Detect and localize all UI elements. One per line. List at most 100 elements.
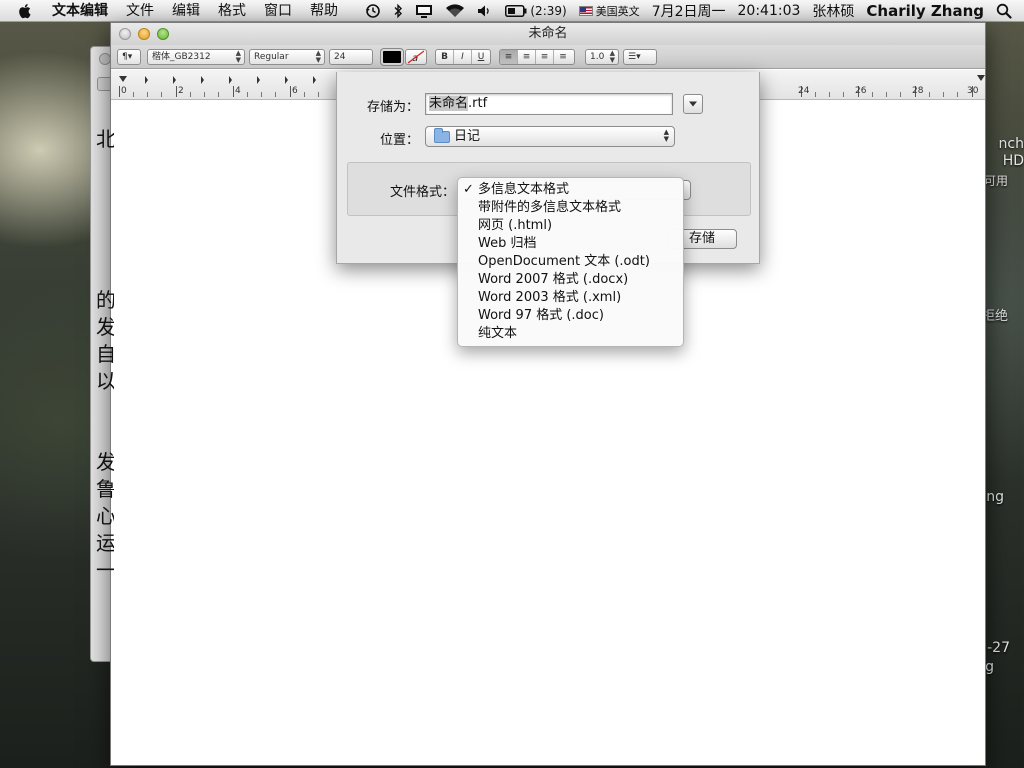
bold-button[interactable]: B: [436, 50, 454, 64]
line-spacing-popup[interactable]: 1.0 ▲ ▼: [585, 49, 619, 65]
document-text-middle[interactable]: 的 发 自 以: [96, 287, 114, 395]
menu-window[interactable]: 窗口: [255, 0, 301, 22]
ruler-label: 26: [855, 86, 867, 96]
ruler-label: 2: [178, 86, 184, 96]
format-option-xml[interactable]: Word 2003 格式 (.xml): [458, 289, 683, 307]
format-option-plain-text[interactable]: 纯文本: [458, 325, 683, 343]
status-area: (2:39) 美国英文 7月2日周一 20:41:03 张林硕 Charily …: [359, 0, 1024, 22]
underline-button[interactable]: U: [472, 50, 490, 64]
menu-format[interactable]: 格式: [209, 0, 255, 22]
filename-extension: .rtf: [468, 96, 488, 111]
ruler-tick: [233, 86, 234, 97]
ruler-tick: [318, 92, 319, 97]
tab-stop-icon[interactable]: [145, 76, 148, 84]
menu-app-name[interactable]: 文本编辑: [46, 0, 117, 22]
input-source-menu[interactable]: 美国英文: [573, 3, 646, 19]
format-option-label: 带附件的多信息文本格式: [478, 200, 622, 215]
battery-time: (2:39): [530, 3, 567, 18]
clock-time[interactable]: 20:41:03: [732, 3, 807, 19]
popup-arrows-icon: ▲ ▼: [235, 49, 241, 64]
location-popup[interactable]: 日记 ▲ ▼: [425, 126, 675, 147]
tab-stop-icon[interactable]: [173, 76, 176, 84]
format-option-odt[interactable]: OpenDocument 文本 (.odt): [458, 253, 683, 271]
document-text-top[interactable]: 北: [96, 126, 114, 153]
file-format-label: 文件格式：: [389, 185, 455, 200]
ruler-tick: [829, 92, 830, 97]
text-color-well[interactable]: [380, 48, 404, 66]
ruler-tick: [218, 92, 219, 97]
airplay-display-icon[interactable]: [409, 4, 439, 18]
apple-menu-icon[interactable]: [18, 3, 34, 19]
ruler-tick: [900, 92, 901, 97]
ruler-tick: [204, 92, 205, 97]
align-left-icon[interactable]: ≡: [500, 50, 518, 64]
align-center-icon[interactable]: ≡: [518, 50, 536, 64]
checkmark-icon: ✓: [463, 182, 474, 197]
paragraph-style-popup[interactable]: ¶▾: [117, 49, 141, 65]
ruler-label: 28: [912, 86, 924, 96]
ruler-tick: [815, 92, 816, 97]
format-option-docx[interactable]: Word 2007 格式 (.docx): [458, 271, 683, 289]
right-margin-marker-icon[interactable]: [977, 75, 985, 81]
document-char: 发: [96, 315, 114, 339]
file-format-menu: ✓ 多信息文本格式 带附件的多信息文本格式 网页 (.html) Web 归档 …: [457, 177, 684, 347]
document-char: 的: [96, 288, 114, 312]
close-window-icon[interactable]: [119, 28, 131, 40]
document-text-bottom[interactable]: 发 鲁 心 运 一: [96, 449, 114, 584]
format-option-label: Word 97 格式 (.doc): [478, 308, 604, 323]
user-name-en[interactable]: Charily Zhang: [860, 2, 990, 20]
format-option-html[interactable]: 网页 (.html): [458, 217, 683, 235]
user-name-cn[interactable]: 张林硕: [806, 1, 860, 21]
zoom-window-icon[interactable]: [157, 28, 169, 40]
font-family-popup[interactable]: 楷体_GB2312 ▲ ▼: [147, 49, 245, 65]
minimize-window-icon[interactable]: [138, 28, 150, 40]
desktop-text-1: nch: [998, 136, 1024, 152]
format-option-doc[interactable]: Word 97 格式 (.doc): [458, 307, 683, 325]
align-justify-icon[interactable]: ≡: [554, 50, 572, 64]
align-right-icon[interactable]: ≡: [536, 50, 554, 64]
menu-file[interactable]: 文件: [117, 0, 163, 22]
filename-input[interactable]: 未命名.rtf: [425, 93, 673, 115]
popup-arrows-icon: ▲ ▼: [609, 49, 615, 64]
input-source-label: 美国英文: [595, 4, 640, 18]
window-titlebar[interactable]: 未命名: [111, 23, 985, 45]
menu-help[interactable]: 帮助: [301, 0, 347, 22]
desktop-text-6: -27: [987, 640, 1010, 656]
folder-icon: [434, 128, 450, 143]
italic-button[interactable]: I: [454, 50, 472, 64]
format-option-rtfd[interactable]: 带附件的多信息文本格式: [458, 199, 683, 217]
spotlight-search-icon[interactable]: [990, 3, 1024, 19]
font-size-value: 24: [334, 52, 346, 62]
battery-status[interactable]: (2:39): [499, 4, 572, 18]
format-option-label: 多信息文本格式: [478, 182, 570, 197]
clock-date[interactable]: 7月2日周一: [646, 1, 732, 21]
bluetooth-icon[interactable]: [387, 3, 409, 19]
format-option-webarchive[interactable]: Web 归档: [458, 235, 683, 253]
list-style-popup[interactable]: ☰▾: [623, 49, 657, 65]
tab-stop-icon[interactable]: [201, 76, 204, 84]
document-char: 一: [96, 558, 114, 582]
menu-edit[interactable]: 编辑: [163, 0, 209, 22]
ruler-tick: [190, 92, 191, 97]
ruler-tick: [957, 92, 958, 97]
wifi-icon[interactable]: [439, 3, 471, 18]
background-color-well[interactable]: a: [405, 49, 427, 65]
format-option-label: Web 归档: [478, 236, 537, 251]
tab-stop-icon[interactable]: [119, 76, 127, 82]
font-size-combo[interactable]: 24: [329, 49, 373, 65]
time-machine-icon[interactable]: [359, 3, 387, 19]
document-char: 心: [96, 504, 114, 528]
font-family-value: 楷体_GB2312: [152, 52, 211, 62]
tab-stop-icon[interactable]: [313, 76, 316, 84]
tab-stop-icon[interactable]: [257, 76, 260, 84]
format-option-label: Word 2007 格式 (.docx): [478, 272, 629, 287]
ruler-label: 6: [292, 86, 298, 96]
font-style-popup[interactable]: Regular ▲ ▼: [249, 49, 325, 65]
volume-icon[interactable]: [471, 4, 499, 18]
ruler-tick: [843, 92, 844, 97]
tab-stop-icon[interactable]: [285, 76, 288, 84]
ruler-label: 30: [967, 86, 979, 96]
expand-dialog-button[interactable]: [683, 94, 703, 114]
format-option-rtf[interactable]: ✓ 多信息文本格式: [458, 181, 683, 199]
tab-stop-icon[interactable]: [229, 76, 232, 84]
